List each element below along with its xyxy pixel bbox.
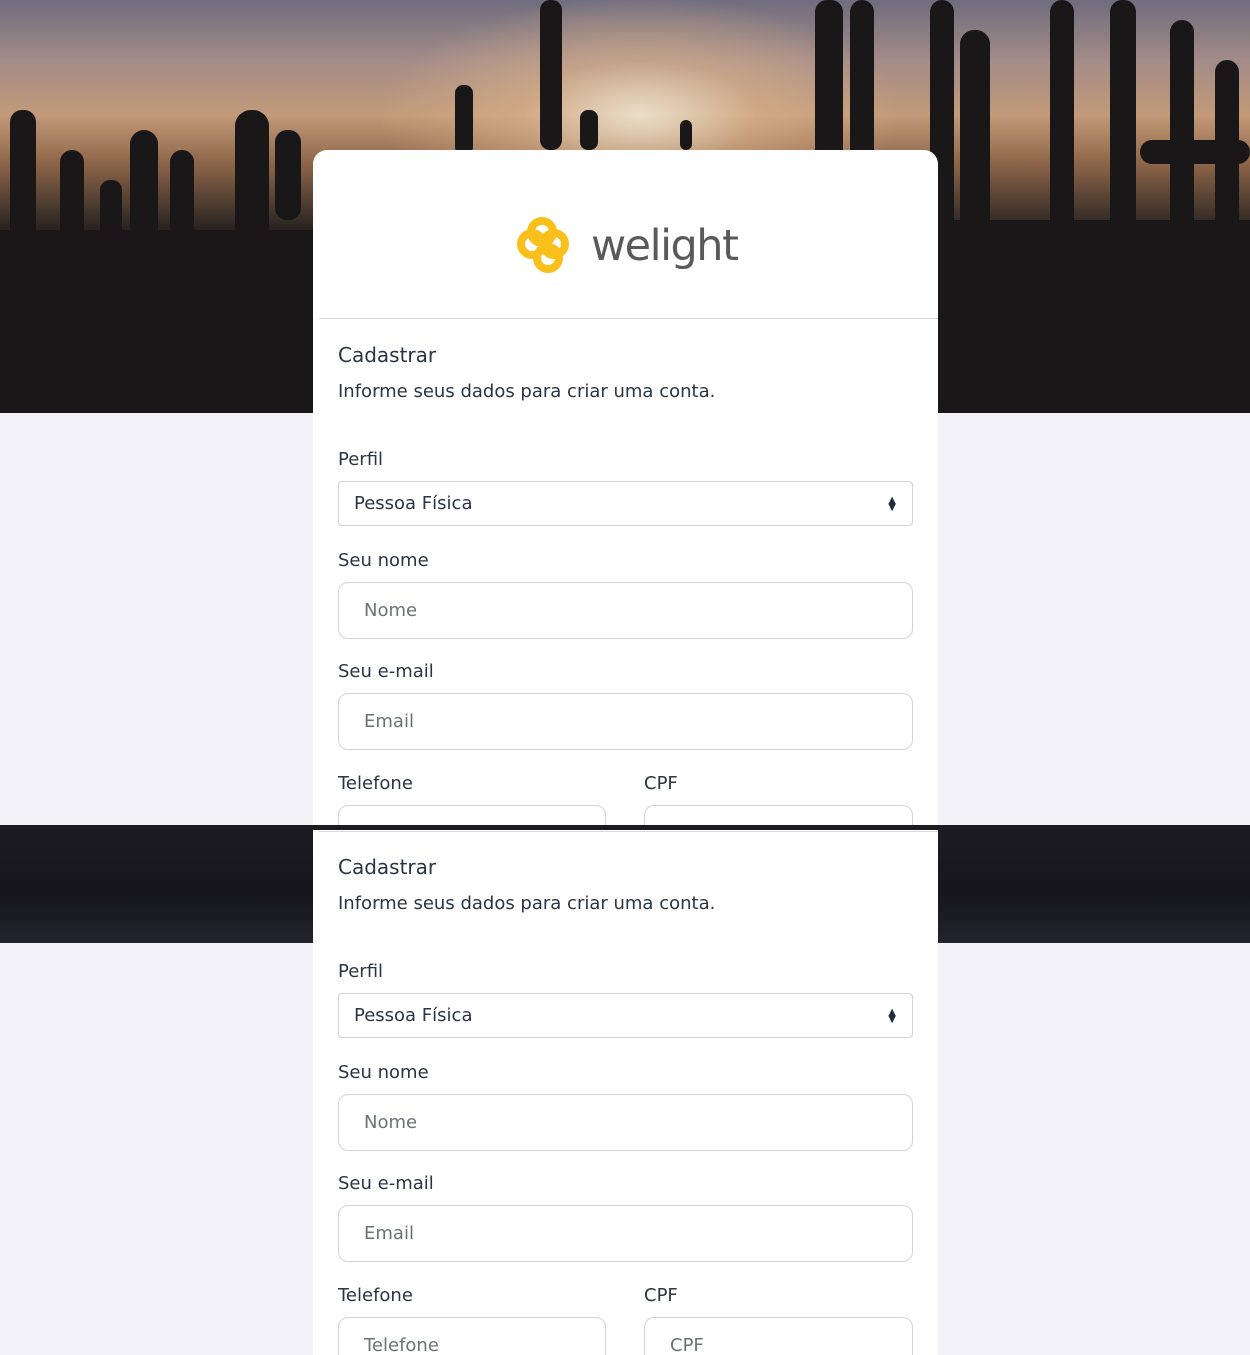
email-label: Seu e-mail (338, 1173, 434, 1194)
form-subtitle: Informe seus dados para criar uma conta. (338, 381, 716, 402)
nome-group: Seu nome Nome (338, 1062, 913, 1151)
nome-group: Seu nome Nome (338, 550, 913, 639)
nome-input[interactable]: Nome (338, 582, 913, 639)
cpf-label: CPF (644, 773, 678, 794)
telefone-label: Telefone (338, 773, 413, 794)
form-subtitle: Informe seus dados para criar uma conta. (338, 893, 716, 914)
email-group: Seu e-mail Email (338, 1173, 913, 1262)
telefone-group: Telefone Telefone (338, 1285, 606, 1355)
cpf-input[interactable] (644, 805, 913, 825)
telefone-group: Telefone (338, 773, 606, 825)
brand-name: welight (591, 220, 739, 271)
perfil-group: Perfil Pessoa Física ▲ ▼ (338, 449, 913, 526)
nome-placeholder: Nome (364, 1112, 418, 1133)
perfil-selected-value: Pessoa Física (354, 1005, 473, 1026)
cpf-group: CPF CPF (644, 1285, 913, 1355)
perfil-label: Perfil (338, 961, 384, 982)
email-placeholder: Email (364, 1223, 414, 1244)
signup-card-scrolled: Cadastrar Informe seus dados para criar … (313, 830, 938, 1355)
telefone-placeholder: Telefone (364, 1335, 439, 1355)
header-divider (319, 318, 938, 319)
telefone-input[interactable] (338, 805, 606, 825)
select-arrows-icon: ▲ ▼ (888, 1007, 896, 1025)
nome-label: Seu nome (338, 1062, 429, 1083)
logo-area: welight (313, 150, 938, 318)
perfil-selected-value: Pessoa Física (354, 493, 473, 514)
perfil-select[interactable]: Pessoa Física ▲ ▼ (338, 993, 913, 1038)
nome-label: Seu nome (338, 550, 429, 571)
nome-input[interactable]: Nome (338, 1094, 913, 1151)
email-placeholder: Email (364, 711, 414, 732)
cpf-label: CPF (644, 1285, 678, 1306)
welight-logo: welight (517, 217, 739, 275)
cpf-input[interactable]: CPF (644, 1317, 913, 1355)
email-input[interactable]: Email (338, 693, 913, 750)
cpf-group: CPF (644, 773, 913, 825)
perfil-select[interactable]: Pessoa Física ▲ ▼ (338, 481, 913, 526)
cpf-placeholder: CPF (670, 1335, 704, 1355)
form-title: Cadastrar (338, 855, 437, 879)
welight-heart-knot-logo-icon (517, 217, 569, 273)
telefone-input[interactable]: Telefone (338, 1317, 606, 1355)
select-arrows-icon: ▲ ▼ (888, 495, 896, 513)
header-divider (319, 831, 938, 832)
form-header: Cadastrar Informe seus dados para criar … (338, 343, 913, 404)
nome-placeholder: Nome (364, 600, 418, 621)
form-title: Cadastrar (338, 343, 437, 367)
telefone-label: Telefone (338, 1285, 413, 1306)
email-input[interactable]: Email (338, 1205, 913, 1262)
email-label: Seu e-mail (338, 661, 434, 682)
email-group: Seu e-mail Email (338, 661, 913, 750)
perfil-group: Perfil Pessoa Física ▲ ▼ (338, 961, 913, 1038)
perfil-label: Perfil (338, 449, 384, 470)
form-header: Cadastrar Informe seus dados para criar … (338, 855, 913, 916)
signup-card: welight Cadastrar Informe seus dados par… (313, 150, 938, 825)
